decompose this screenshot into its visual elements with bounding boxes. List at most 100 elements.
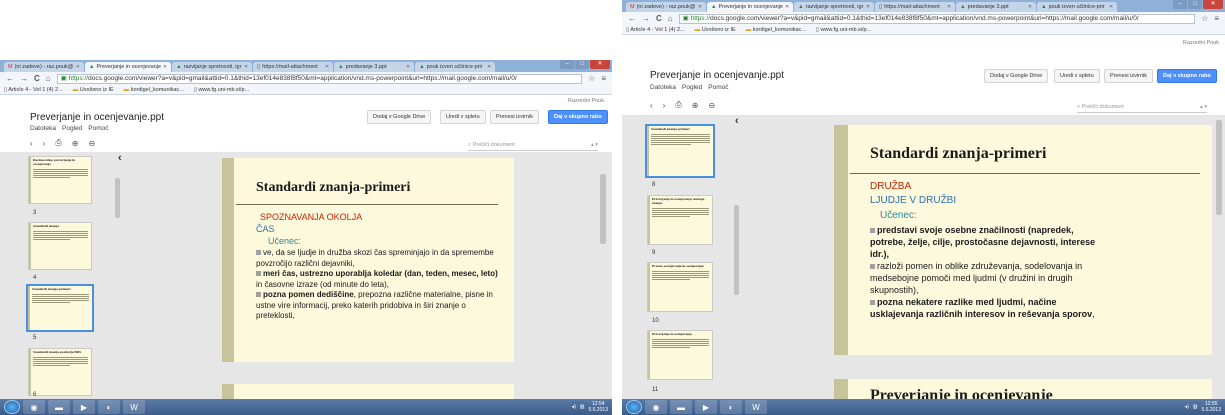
forward-icon[interactable]: →	[642, 14, 650, 23]
url-field[interactable]: ▣ https://docs.google.com/viewer?a=v&pid…	[56, 73, 583, 84]
maximize-icon[interactable]: □	[575, 60, 589, 69]
bookmark-uvozeno[interactable]: ▬ Uvoženo iz IE	[695, 27, 736, 33]
thumbnail-slide-10[interactable]: Pravno ocenjevanje in ocenjevanje	[647, 262, 713, 312]
owner-name[interactable]: Razredni Pouk	[568, 98, 604, 104]
print-icon[interactable]: ⎙	[55, 138, 61, 148]
menu-help[interactable]: Pomoč	[708, 84, 728, 91]
search-arrows[interactable]: ▴ ▾	[1200, 104, 1207, 110]
tab-preverjanje[interactable]: ▲ Preverjanje in ocenjevanje ✕	[707, 2, 794, 12]
viewer-scrollbar[interactable]	[1216, 120, 1222, 215]
tab-mail-attachment[interactable]: ▯ https://mail-attachment ✕	[253, 62, 334, 72]
minimize-icon[interactable]: –	[560, 60, 574, 69]
share-button[interactable]: Daj v skupno rabo	[548, 110, 608, 124]
close-icon[interactable]: ✕	[1028, 2, 1032, 12]
menu-file[interactable]: Datoteka	[650, 84, 676, 91]
close-icon[interactable]: ✕	[325, 62, 329, 72]
menu-view[interactable]: Pogled	[682, 84, 702, 91]
viewer-scrollbar[interactable]	[600, 174, 606, 244]
next-page-icon[interactable]: ›	[663, 101, 666, 110]
word-taskbar-icon[interactable]: W	[745, 400, 767, 414]
thumbnail-slide-9[interactable]: Preverjanje in ocenjevanje ustnega znanj…	[647, 195, 713, 245]
print-icon[interactable]: ⎙	[675, 100, 681, 110]
bookmark-kordigel[interactable]: ▬ kordigel_komunikac...	[746, 27, 806, 33]
tab-gmail[interactable]: M (ni zadeve) - raz.pouk@ ✕	[626, 2, 706, 12]
collapse-panel-icon[interactable]: ‹	[735, 115, 739, 127]
minimize-icon[interactable]: –	[1173, 0, 1187, 9]
clock[interactable]: 12:54 5.6.2013	[589, 401, 608, 413]
reload-icon[interactable]: C	[34, 74, 40, 83]
thumbnail-slide-11[interactable]: Preverjanje in ocenjevanje	[647, 330, 713, 380]
thumbnail-slide-6[interactable]: Standardi znanja-področja BRS	[28, 348, 92, 396]
close-icon[interactable]: ✕	[785, 2, 789, 12]
zoom-in-icon[interactable]: ⊕	[692, 101, 699, 110]
close-icon[interactable]: ✕	[698, 2, 702, 12]
close-window-icon[interactable]: ✕	[590, 60, 610, 69]
next-page-icon[interactable]: ›	[43, 139, 46, 148]
document-search[interactable]: ⌕ Preišči dokument ▴ ▾	[1077, 102, 1207, 113]
menu-icon[interactable]: ≡	[601, 74, 606, 83]
bookmark-kordigel[interactable]: ▬ kordigel_komunikac...	[124, 87, 184, 93]
home-icon[interactable]: ⌂	[46, 74, 51, 83]
folder-taskbar-icon[interactable]: ▬	[48, 400, 70, 414]
menu-view[interactable]: Pogled	[62, 125, 82, 132]
media-taskbar-icon[interactable]: ▶	[73, 400, 95, 414]
forward-icon[interactable]: →	[20, 74, 28, 83]
menu-icon[interactable]: ≡	[1214, 14, 1219, 23]
edit-online-button[interactable]: Uredi v spletu	[440, 110, 486, 124]
zoom-in-icon[interactable]: ⊕	[72, 139, 79, 148]
tab-pouk[interactable]: ▲ pouk izven učilnice-prir ✕	[1037, 2, 1118, 12]
bookmark-article[interactable]: ▯ Article 4 - Vol 1 (4) 2...	[626, 27, 685, 33]
document-search[interactable]: ⌕ Preišči dokument ▴ ▾	[468, 140, 598, 151]
home-icon[interactable]: ⌂	[668, 14, 673, 23]
close-icon[interactable]: ✕	[947, 2, 951, 12]
thumbnail-slide-4[interactable]: Standardi znanja	[28, 222, 92, 270]
prev-page-icon[interactable]: ‹	[650, 101, 653, 110]
start-button[interactable]	[4, 400, 20, 414]
volume-icon[interactable]: ◂)	[572, 404, 576, 410]
download-original-button[interactable]: Prenesi izvirnik	[490, 110, 539, 124]
folder-taskbar-icon[interactable]: ▬	[670, 400, 692, 414]
tab-razvijanje[interactable]: ▲ razvijanje spretnosti, igr ✕	[794, 2, 875, 12]
close-icon[interactable]: ✕	[406, 62, 410, 72]
thumbnail-slide-5[interactable]: Standardi znanja-primeri	[26, 284, 94, 332]
back-icon[interactable]: ←	[628, 14, 636, 23]
url-field[interactable]: ▣ https://docs.google.com/viewer?a=v&pid…	[678, 13, 1196, 24]
reload-icon[interactable]: C	[656, 14, 662, 23]
bookmark-article[interactable]: ▯ Article 4 - Vol 1 (4) 2...	[4, 87, 63, 93]
add-to-drive-button[interactable]: Dodaj v Google Drive	[984, 69, 1049, 83]
download-original-button[interactable]: Prenesi izvirnik	[1104, 69, 1153, 83]
firefox-taskbar-icon[interactable]: ◐	[98, 400, 120, 414]
media-taskbar-icon[interactable]: ▶	[695, 400, 717, 414]
firefox-taskbar-icon[interactable]: ◐	[720, 400, 742, 414]
prev-page-icon[interactable]: ‹	[30, 139, 33, 148]
close-icon[interactable]: ✕	[866, 2, 870, 12]
network-icon[interactable]: ▥	[1193, 404, 1198, 410]
bookmark-fg[interactable]: ▯ www.fg.uni-mb.si/p...	[816, 27, 871, 33]
menu-file[interactable]: Datoteka	[30, 125, 56, 132]
tab-predavanje[interactable]: ▲ predavanje 3.ppt ✕	[334, 62, 415, 72]
close-window-icon[interactable]: ✕	[1203, 0, 1223, 9]
star-icon[interactable]: ☆	[588, 74, 595, 83]
thumbnail-scrollbar[interactable]	[115, 178, 120, 218]
maximize-icon[interactable]: □	[1188, 0, 1202, 9]
search-arrows[interactable]: ▴ ▾	[591, 142, 598, 148]
edit-online-button[interactable]: Uredi v spletu	[1054, 69, 1100, 83]
network-icon[interactable]: ▥	[580, 404, 585, 410]
thumbnail-slide-8[interactable]: Standardi znanja-primeri	[645, 124, 715, 178]
chrome-taskbar-icon[interactable]: ◉	[645, 400, 667, 414]
back-icon[interactable]: ←	[6, 74, 14, 83]
owner-name[interactable]: Razredni Pouk	[1183, 40, 1219, 46]
volume-icon[interactable]: ◂)	[1185, 404, 1189, 410]
close-icon[interactable]: ✕	[1109, 2, 1113, 12]
word-taskbar-icon[interactable]: W	[123, 400, 145, 414]
menu-help[interactable]: Pomoč	[88, 125, 108, 132]
bookmark-uvozeno[interactable]: ▬ Uvoženo iz IE	[73, 87, 114, 93]
tab-gmail[interactable]: M (ni zadeve) - raz.pouk@ ✕	[4, 62, 84, 72]
tab-razvijanje[interactable]: ▲ razvijanje spretnosti, igr ✕	[172, 62, 253, 72]
zoom-out-icon[interactable]: ⊖	[88, 139, 95, 148]
add-to-drive-button[interactable]: Dodaj v Google Drive	[367, 110, 432, 124]
close-icon[interactable]: ✕	[76, 62, 80, 72]
tab-pouk[interactable]: ▲ pouk izven učilnice-prir ✕	[415, 62, 496, 72]
star-icon[interactable]: ☆	[1201, 14, 1208, 23]
clock[interactable]: 12:55 5.6.2013	[1202, 401, 1221, 413]
